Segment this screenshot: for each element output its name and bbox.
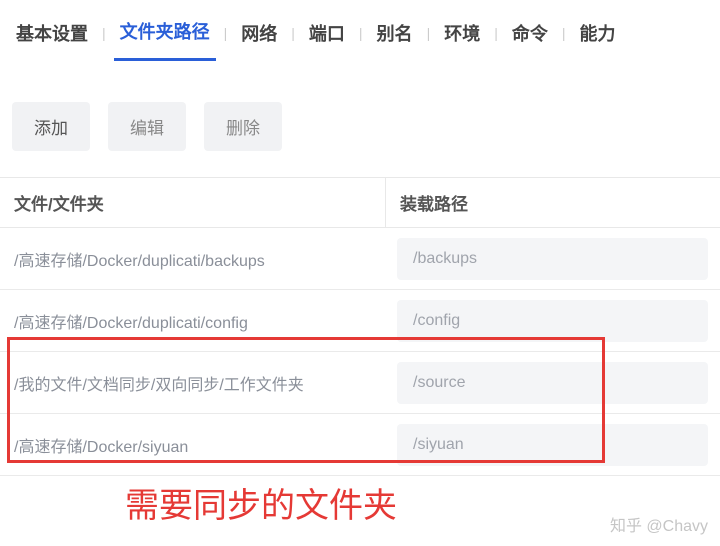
tab-divider: | <box>359 25 363 47</box>
header-mount-path: 装载路径 <box>385 178 720 227</box>
delete-button[interactable]: 删除 <box>204 102 282 151</box>
path-cell: /高速存储/Docker/siyuan <box>0 433 385 457</box>
annotation-text: 需要同步的文件夹 <box>125 478 397 527</box>
tab-port[interactable]: 端口 <box>303 12 351 60</box>
table-header: 文件/文件夹 装载路径 <box>0 177 720 228</box>
tab-divider: | <box>562 25 566 47</box>
tab-capability[interactable]: 能力 <box>573 12 621 60</box>
table-row[interactable]: /高速存储/Docker/siyuan <box>0 414 720 476</box>
tab-network[interactable]: 网络 <box>235 12 283 60</box>
edit-button[interactable]: 编辑 <box>108 102 186 151</box>
tab-alias[interactable]: 别名 <box>371 12 419 60</box>
tab-divider: | <box>291 25 295 47</box>
tab-folder-path[interactable]: 文件夹路径 <box>114 10 216 61</box>
tab-bar: 基本设置 | 文件夹路径 | 网络 | 端口 | 别名 | 环境 | 命令 | … <box>0 0 720 62</box>
tab-divider: | <box>427 25 431 47</box>
watermark: 知乎 @Chavy <box>610 512 708 536</box>
mount-input[interactable] <box>397 362 708 404</box>
mount-input[interactable] <box>397 238 708 280</box>
tab-divider: | <box>224 25 228 47</box>
header-file-folder: 文件/文件夹 <box>0 178 385 227</box>
mount-input[interactable] <box>397 300 708 342</box>
table-row[interactable]: /高速存储/Docker/duplicati/config <box>0 290 720 352</box>
toolbar: 添加 编辑 删除 <box>0 62 720 177</box>
path-cell: /高速存储/Docker/duplicati/config <box>0 309 385 333</box>
tab-divider: | <box>102 25 106 47</box>
folder-table: 文件/文件夹 装载路径 /高速存储/Docker/duplicati/backu… <box>0 177 720 476</box>
table-row[interactable]: /我的文件/文档同步/双向同步/工作文件夹 <box>0 352 720 414</box>
table-row[interactable]: /高速存储/Docker/duplicati/backups <box>0 228 720 290</box>
tab-command[interactable]: 命令 <box>506 12 554 60</box>
tab-divider: | <box>494 25 498 47</box>
path-cell: /我的文件/文档同步/双向同步/工作文件夹 <box>0 371 385 395</box>
mount-input[interactable] <box>397 424 708 466</box>
tab-environment[interactable]: 环境 <box>438 12 486 60</box>
tab-basic-settings[interactable]: 基本设置 <box>10 12 94 60</box>
add-button[interactable]: 添加 <box>12 102 90 151</box>
path-cell: /高速存储/Docker/duplicati/backups <box>0 247 385 271</box>
